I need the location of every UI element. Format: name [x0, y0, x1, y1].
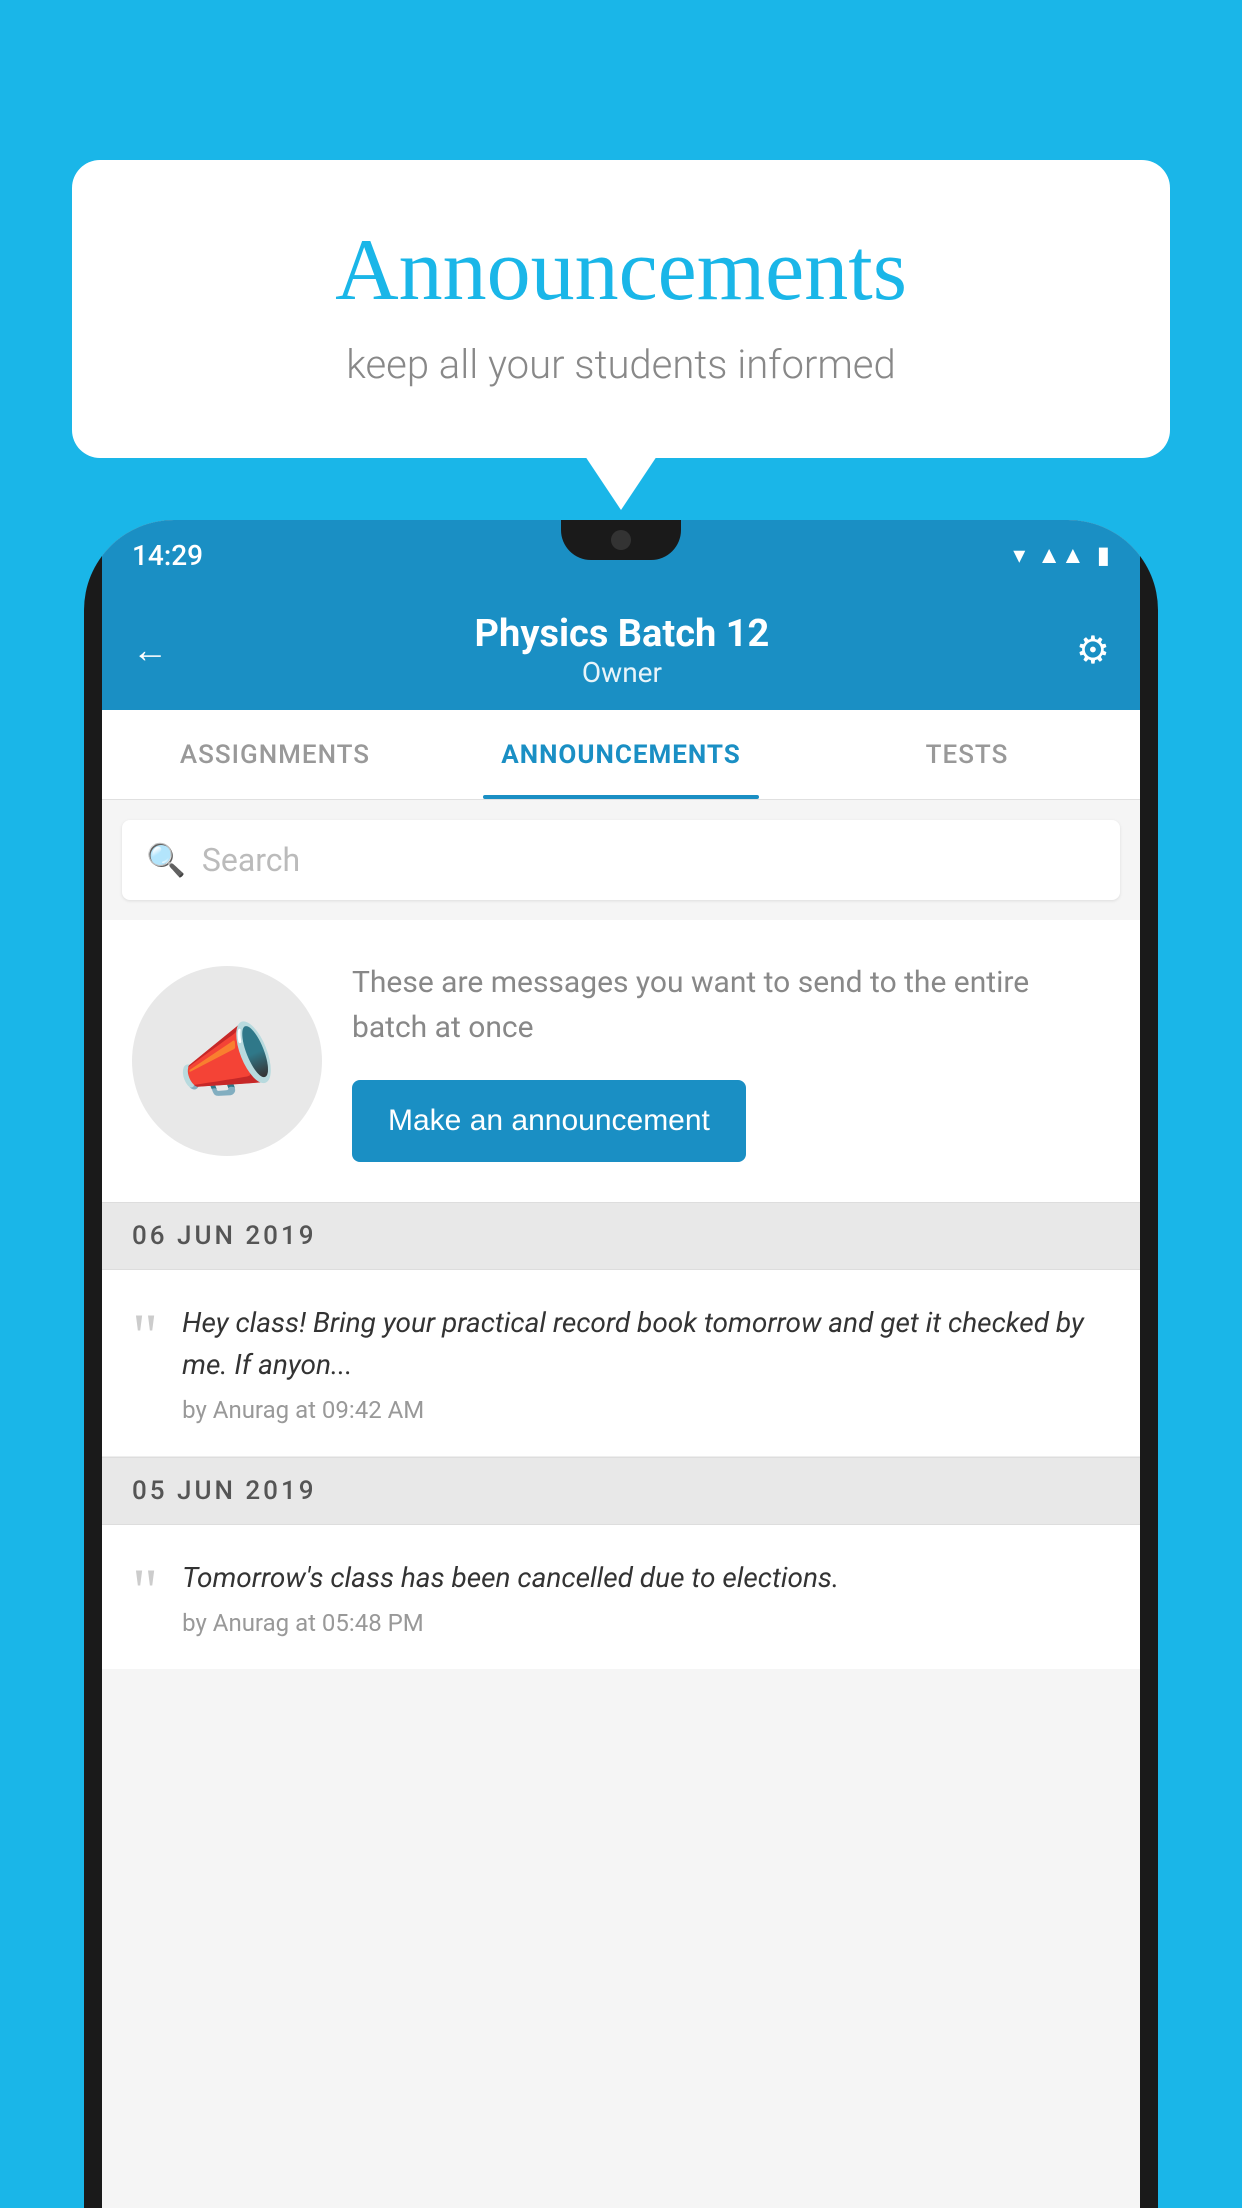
date-divider-2: 05 JUN 2019	[102, 1457, 1140, 1525]
empty-state-content: These are messages you want to send to t…	[352, 960, 1110, 1162]
empty-state: 📣 These are messages you want to send to…	[102, 920, 1140, 1202]
quote-icon-2: "	[132, 1565, 158, 1616]
announcement-item-2[interactable]: " Tomorrow's class has been cancelled du…	[102, 1525, 1140, 1669]
search-icon: 🔍	[146, 841, 186, 879]
camera	[611, 530, 631, 550]
status-icons: ▾ ▲▲ ▮	[1013, 541, 1110, 570]
announcement-item-1[interactable]: " Hey class! Bring your practical record…	[102, 1270, 1140, 1457]
search-bar[interactable]: 🔍 Search	[122, 820, 1120, 900]
announcement-text-1: Hey class! Bring your practical record b…	[182, 1302, 1110, 1386]
bubble-subtitle: keep all your students informed	[152, 341, 1090, 388]
megaphone-icon: 📣	[177, 1014, 277, 1108]
tab-announcements[interactable]: ANNOUNCEMENTS	[448, 710, 794, 799]
announcement-text-2: Tomorrow's class has been cancelled due …	[182, 1557, 839, 1599]
tab-assignments[interactable]: ASSIGNMENTS	[102, 710, 448, 799]
phone-screen: 14:29 ▾ ▲▲ ▮ ← Physics Batch 12 Owner ⚙ …	[102, 520, 1140, 2208]
speech-bubble: Announcements keep all your students inf…	[72, 160, 1170, 458]
phone-notch	[561, 520, 681, 560]
phone-frame: 14:29 ▾ ▲▲ ▮ ← Physics Batch 12 Owner ⚙ …	[84, 520, 1158, 2208]
announcement-meta-2: by Anurag at 05:48 PM	[182, 1609, 839, 1637]
search-placeholder: Search	[202, 841, 300, 879]
tab-bar: ASSIGNMENTS ANNOUNCEMENTS TESTS	[102, 710, 1140, 800]
bubble-title: Announcements	[152, 220, 1090, 321]
quote-icon-1: "	[132, 1310, 158, 1361]
battery-icon: ▮	[1097, 541, 1110, 569]
wifi-icon: ▾	[1013, 541, 1025, 569]
header-title-area: Physics Batch 12 Owner	[168, 612, 1076, 689]
announcement-content-2: Tomorrow's class has been cancelled due …	[182, 1557, 839, 1637]
announcement-meta-1: by Anurag at 09:42 AM	[182, 1396, 1110, 1424]
signal-icon: ▲▲	[1037, 541, 1085, 570]
settings-icon[interactable]: ⚙	[1076, 628, 1110, 673]
back-button[interactable]: ←	[132, 629, 168, 671]
batch-title: Physics Batch 12	[168, 612, 1076, 656]
date-divider-1: 06 JUN 2019	[102, 1202, 1140, 1270]
status-time: 14:29	[132, 539, 203, 572]
make-announcement-button[interactable]: Make an announcement	[352, 1080, 746, 1162]
tab-tests[interactable]: TESTS	[794, 710, 1140, 799]
announcement-icon-circle: 📣	[132, 966, 322, 1156]
announcement-content-1: Hey class! Bring your practical record b…	[182, 1302, 1110, 1424]
batch-subtitle: Owner	[168, 656, 1076, 689]
app-header: ← Physics Batch 12 Owner ⚙	[102, 590, 1140, 710]
empty-state-description: These are messages you want to send to t…	[352, 960, 1110, 1050]
